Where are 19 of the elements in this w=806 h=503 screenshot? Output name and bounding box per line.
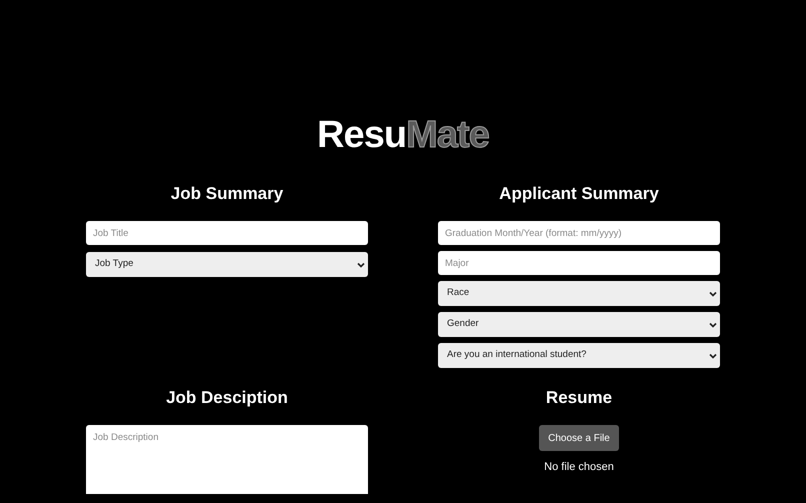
file-status: No file chosen [544,460,614,475]
section-heading: Applicant Summary [498,183,660,205]
section-heading: Resume [546,387,612,409]
chevron-down-icon [709,322,717,328]
input-field[interactable]: Job Title [86,221,368,245]
dropdown[interactable]: Are you an international student? [438,343,720,368]
chevron-down-icon [709,352,717,358]
dropdown[interactable]: Race [438,281,720,306]
chevron-down-icon [357,262,365,268]
section-heading: Job Desciption [165,387,289,409]
text-area[interactable]: Job Description [86,425,368,494]
section-heading: Job Summary [170,183,284,205]
chevron-down-icon [709,290,717,296]
input-field[interactable]: Major [438,251,720,275]
choose-file-button[interactable]: Choose a File [539,425,619,451]
logo: ResuMate [317,113,489,157]
dropdown[interactable]: Job Type [86,252,368,277]
input-field[interactable]: Graduation Month/Year (format: mm/yyyy) [438,221,720,245]
dropdown[interactable]: Gender [438,312,720,337]
